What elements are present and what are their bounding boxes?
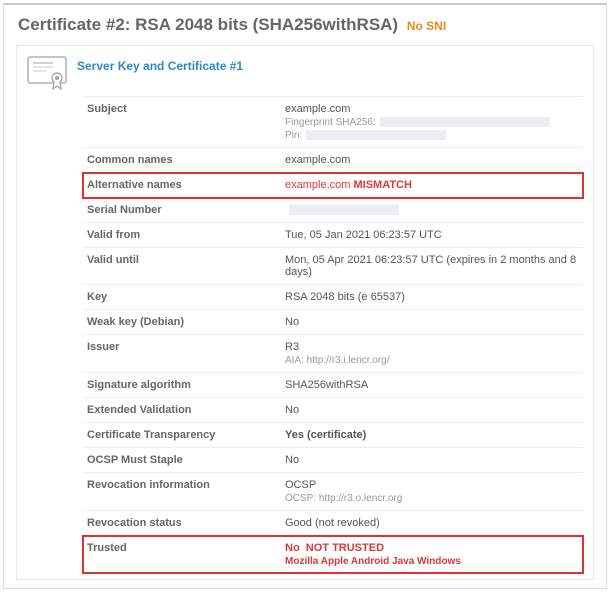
fingerprint-placeholder: [380, 117, 550, 127]
row-sig-alg: Signature algorithm SHA256withRSA: [83, 373, 583, 398]
fingerprint-line: Fingerprint SHA256:: [285, 117, 579, 128]
value-trusted: No NOT TRUSTED Mozilla Apple Android Jav…: [281, 536, 583, 574]
value-ocsp-must: No: [281, 448, 583, 473]
row-valid-until: Valid until Mon, 05 Apr 2021 06:23:57 UT…: [83, 248, 583, 285]
pin-label: Pin:: [285, 130, 302, 141]
label-subject: Subject: [83, 97, 281, 148]
row-ct: Certificate Transparency Yes (certificat…: [83, 423, 583, 448]
pin-line: Pin:: [285, 130, 579, 141]
row-revocation-info: Revocation information OCSP OCSP: http:/…: [83, 473, 583, 511]
label-key: Key: [83, 285, 281, 310]
value-ev: No: [281, 398, 583, 423]
value-revocation-info: OCSP OCSP: http://r3.o.lencr.org: [281, 473, 583, 511]
issuer-name: R3: [285, 341, 579, 353]
label-ct: Certificate Transparency: [83, 423, 281, 448]
row-key: Key RSA 2048 bits (e 65537): [83, 285, 583, 310]
cert-details-table: Subject example.com Fingerprint SHA256: …: [83, 96, 583, 573]
value-subject: example.com Fingerprint SHA256: Pin:: [281, 97, 583, 148]
value-revocation-status: Good (not revoked): [281, 511, 583, 536]
value-issuer: R3 AIA: http://r3.i.lencr.org/: [281, 335, 583, 373]
serial-placeholder: [289, 205, 399, 215]
value-valid-until: Mon, 05 Apr 2021 06:23:57 UTC (expires i…: [281, 248, 583, 285]
certificate-icon: [27, 56, 67, 90]
subject-cn: example.com: [285, 103, 579, 115]
value-sig-alg: SHA256withRSA: [281, 373, 583, 398]
row-weak-key: Weak key (Debian) No: [83, 310, 583, 335]
label-weak-key: Weak key (Debian): [83, 310, 281, 335]
value-serial: [281, 198, 583, 223]
no-sni-badge: No SNI: [407, 19, 446, 33]
label-trusted: Trusted: [83, 536, 281, 574]
trusted-value: No: [285, 542, 300, 554]
label-common-names: Common names: [83, 148, 281, 173]
label-issuer: Issuer: [83, 335, 281, 373]
label-valid-until: Valid until: [83, 248, 281, 285]
row-subject: Subject example.com Fingerprint SHA256: …: [83, 97, 583, 148]
value-ct: Yes (certificate): [281, 423, 583, 448]
fingerprint-label: Fingerprint SHA256:: [285, 117, 376, 128]
panel-header: Certificate #2: RSA 2048 bits (SHA256wit…: [4, 5, 606, 45]
value-common-names: example.com: [281, 148, 583, 173]
pin-placeholder: [306, 130, 446, 140]
trusted-flag: NOT TRUSTED: [306, 542, 384, 554]
label-valid-from: Valid from: [83, 223, 281, 248]
revocation-info-sub: OCSP: http://r3.o.lencr.org: [285, 493, 579, 504]
label-serial: Serial Number: [83, 198, 281, 223]
label-revocation-info: Revocation information: [83, 473, 281, 511]
label-revocation-status: Revocation status: [83, 511, 281, 536]
label-ocsp-must: OCSP Must Staple: [83, 448, 281, 473]
panel-title: Certificate #2: RSA 2048 bits (SHA256wit…: [18, 15, 398, 34]
row-serial: Serial Number: [83, 198, 583, 223]
row-ev: Extended Validation No: [83, 398, 583, 423]
row-issuer: Issuer R3 AIA: http://r3.i.lencr.org/: [83, 335, 583, 373]
issuer-aia: AIA: http://r3.i.lencr.org/: [285, 355, 579, 366]
value-key: RSA 2048 bits (e 65537): [281, 285, 583, 310]
revocation-info-value: OCSP: [285, 479, 579, 491]
label-alt-names: Alternative names: [83, 173, 281, 198]
row-common-names: Common names example.com: [83, 148, 583, 173]
value-valid-from: Tue, 05 Jan 2021 06:23:57 UTC: [281, 223, 583, 248]
certificate-panel: Certificate #2: RSA 2048 bits (SHA256wit…: [3, 3, 607, 589]
row-valid-from: Valid from Tue, 05 Jan 2021 06:23:57 UTC: [83, 223, 583, 248]
value-weak-key: No: [281, 310, 583, 335]
cert-card: Server Key and Certificate #1 Subject ex…: [16, 45, 594, 580]
row-revocation-status: Revocation status Good (not revoked): [83, 511, 583, 536]
alt-names-flag: MISMATCH: [353, 179, 411, 191]
trusted-stores: Mozilla Apple Android Java Windows: [285, 556, 579, 567]
value-alt-names: example.com MISMATCH: [281, 173, 583, 198]
row-trusted: Trusted No NOT TRUSTED Mozilla Apple And…: [83, 536, 583, 574]
row-ocsp-must: OCSP Must Staple No: [83, 448, 583, 473]
label-ev: Extended Validation: [83, 398, 281, 423]
label-sig-alg: Signature algorithm: [83, 373, 281, 398]
alt-names-value: example.com: [285, 179, 350, 191]
card-title: Server Key and Certificate #1: [77, 56, 243, 73]
row-alt-names: Alternative names example.com MISMATCH: [83, 173, 583, 198]
